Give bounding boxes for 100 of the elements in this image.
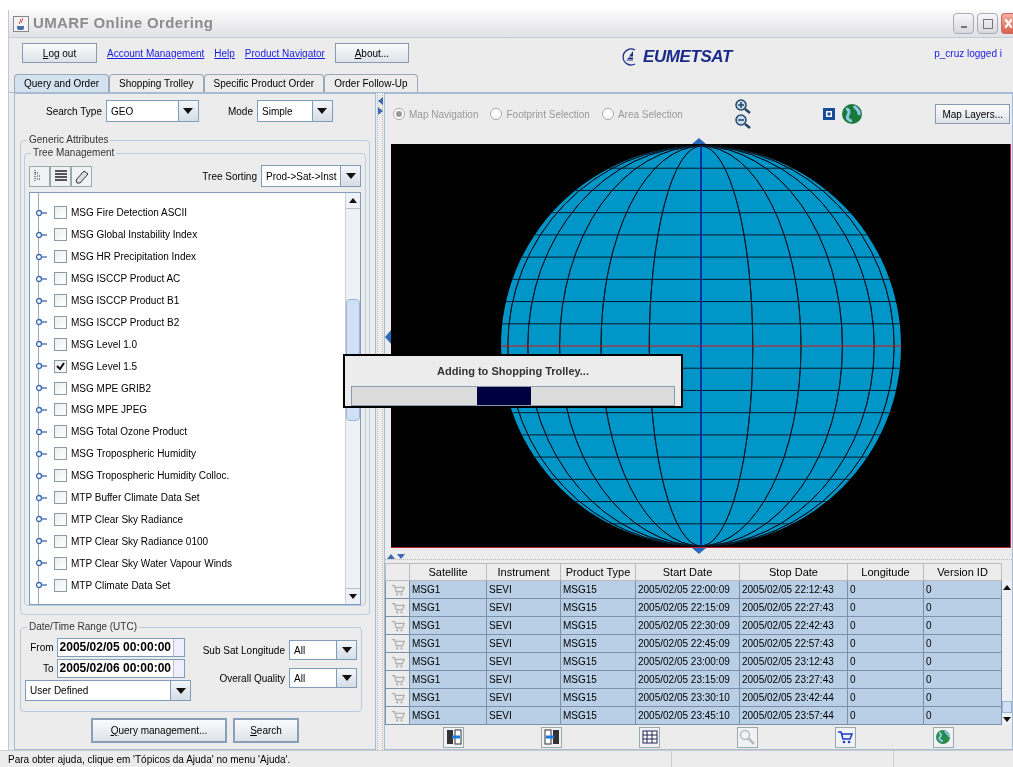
- node-handle-icon[interactable]: [35, 427, 47, 436]
- longitude-dropdown[interactable]: All: [289, 640, 357, 660]
- checkbox[interactable]: [54, 381, 67, 395]
- zoom-out-icon[interactable]: [734, 114, 751, 129]
- checkbox[interactable]: [54, 206, 67, 220]
- checkbox[interactable]: [54, 578, 67, 592]
- table-icon[interactable]: [639, 726, 661, 748]
- column-header[interactable]: Longitude: [848, 563, 924, 581]
- move-left-icon[interactable]: [443, 726, 465, 748]
- search-type-dropdown[interactable]: GEO: [105, 100, 199, 122]
- node-handle-icon[interactable]: [35, 362, 47, 371]
- scroll-down-icon[interactable]: [1003, 716, 1011, 722]
- node-handle-icon[interactable]: [35, 537, 47, 546]
- tab[interactable]: Query and Order: [14, 74, 110, 92]
- checkbox[interactable]: [54, 447, 67, 461]
- radio-button[interactable]: [393, 108, 405, 120]
- logout-button[interactable]: Log out: [22, 43, 97, 63]
- node-handle-icon[interactable]: [35, 208, 47, 217]
- eraser-icon[interactable]: [71, 165, 92, 187]
- table-cell: MSG1: [410, 707, 487, 725]
- expand-right-icon[interactable]: [377, 107, 383, 115]
- node-handle-icon[interactable]: [35, 559, 47, 568]
- close-button[interactable]: [1001, 13, 1013, 34]
- node-handle-icon[interactable]: [35, 493, 47, 502]
- scrollbar-thumb[interactable]: [1002, 701, 1012, 713]
- column-header[interactable]: Satellite: [410, 563, 487, 581]
- column-header[interactable]: Product Type: [561, 563, 636, 581]
- checkbox[interactable]: [54, 512, 67, 526]
- scroll-down-icon[interactable]: [349, 594, 357, 599]
- checkbox[interactable]: [54, 534, 67, 548]
- frame-icon[interactable]: [822, 108, 835, 120]
- map-layers-button[interactable]: Map Layers...: [935, 104, 1010, 124]
- checkbox[interactable]: [54, 556, 67, 570]
- column-header[interactable]: Version ID: [924, 563, 1002, 581]
- checkbox[interactable]: [54, 425, 67, 439]
- date-spinner[interactable]: 2005/02/05 00:00:00: [56, 638, 185, 657]
- scroll-up-icon[interactable]: [349, 198, 357, 203]
- node-handle-icon[interactable]: [35, 252, 47, 261]
- zoom-in-icon[interactable]: [734, 99, 751, 114]
- tree-item-label: MTP Buffer Climate Data Set: [71, 491, 200, 505]
- node-handle-icon[interactable]: [35, 318, 47, 327]
- checkbox[interactable]: [54, 337, 67, 351]
- action-button[interactable]: Search: [233, 718, 299, 743]
- node-handle-icon[interactable]: [35, 471, 47, 480]
- node-handle-icon[interactable]: [35, 449, 47, 458]
- quality-dropdown[interactable]: All: [289, 668, 357, 688]
- split-up-icon[interactable]: [387, 554, 395, 559]
- checkbox[interactable]: [54, 469, 67, 483]
- checkbox[interactable]: [54, 228, 67, 242]
- field-label: Tree Sorting: [202, 169, 257, 184]
- checkbox[interactable]: [54, 315, 67, 329]
- action-button[interactable]: Query management...: [91, 718, 227, 743]
- column-header[interactable]: Start Date: [636, 563, 740, 581]
- tab[interactable]: Specific Product Order: [203, 74, 325, 92]
- tree-item-label: MSG Tropospheric Humidity Colloc.: [71, 469, 230, 484]
- radio-button[interactable]: [490, 108, 503, 120]
- nav-link[interactable]: Product Navigator: [244, 45, 325, 61]
- column-header[interactable]: Stop Date: [740, 563, 848, 581]
- move-right-icon[interactable]: [541, 726, 563, 748]
- list-view-icon[interactable]: [50, 165, 71, 187]
- mode-dropdown[interactable]: Simple: [257, 100, 333, 122]
- checkbox[interactable]: [54, 250, 67, 264]
- tree-item-label: MSG Level 1.0: [71, 337, 138, 352]
- radio-button[interactable]: [601, 108, 614, 120]
- node-handle-icon[interactable]: [35, 384, 47, 393]
- node-handle-icon[interactable]: [35, 581, 47, 590]
- tree-view-icon[interactable]: [29, 165, 50, 187]
- checkbox[interactable]: [54, 272, 67, 286]
- checkbox[interactable]: [54, 294, 67, 307]
- node-handle-icon[interactable]: [35, 296, 47, 305]
- tree-item-label: MSG Global Instability Index: [71, 228, 198, 243]
- checkbox[interactable]: [54, 491, 67, 504]
- globe-icon[interactable]: [932, 726, 954, 748]
- map-view[interactable]: [391, 144, 1011, 548]
- cart-icon[interactable]: [834, 726, 856, 748]
- tab[interactable]: Shopping Trolley: [109, 74, 204, 92]
- checkbox[interactable]: [54, 359, 67, 373]
- about-button[interactable]: About...: [334, 43, 409, 63]
- date-spinner[interactable]: 2005/02/06 00:00:00: [56, 659, 185, 678]
- minimize-button[interactable]: [953, 13, 974, 34]
- globe-icon[interactable]: [840, 103, 863, 125]
- tab[interactable]: Order Follow-Up: [324, 74, 418, 92]
- close-icon: [1005, 19, 1012, 28]
- column-header[interactable]: Instrument: [487, 563, 561, 581]
- collapse-left-icon[interactable]: [377, 97, 383, 105]
- node-handle-icon[interactable]: [35, 340, 47, 349]
- node-handle-icon[interactable]: [35, 405, 47, 414]
- node-handle-icon[interactable]: [35, 230, 47, 239]
- nav-link[interactable]: Help: [214, 45, 235, 61]
- node-handle-icon[interactable]: [35, 515, 47, 524]
- scroll-up-icon[interactable]: [1003, 584, 1011, 590]
- checkbox[interactable]: [54, 403, 67, 417]
- field-label: Overall Quality: [219, 671, 285, 686]
- tree-sorting-dropdown[interactable]: Prod->Sat->Inst: [261, 165, 361, 187]
- nav-link[interactable]: Account Management: [107, 45, 205, 61]
- scrollbar[interactable]: [1002, 581, 1012, 725]
- node-handle-icon[interactable]: [35, 274, 47, 283]
- maximize-button[interactable]: [977, 13, 998, 34]
- range-preset-dropdown[interactable]: User Defined: [25, 680, 191, 701]
- split-down-icon[interactable]: [397, 554, 405, 559]
